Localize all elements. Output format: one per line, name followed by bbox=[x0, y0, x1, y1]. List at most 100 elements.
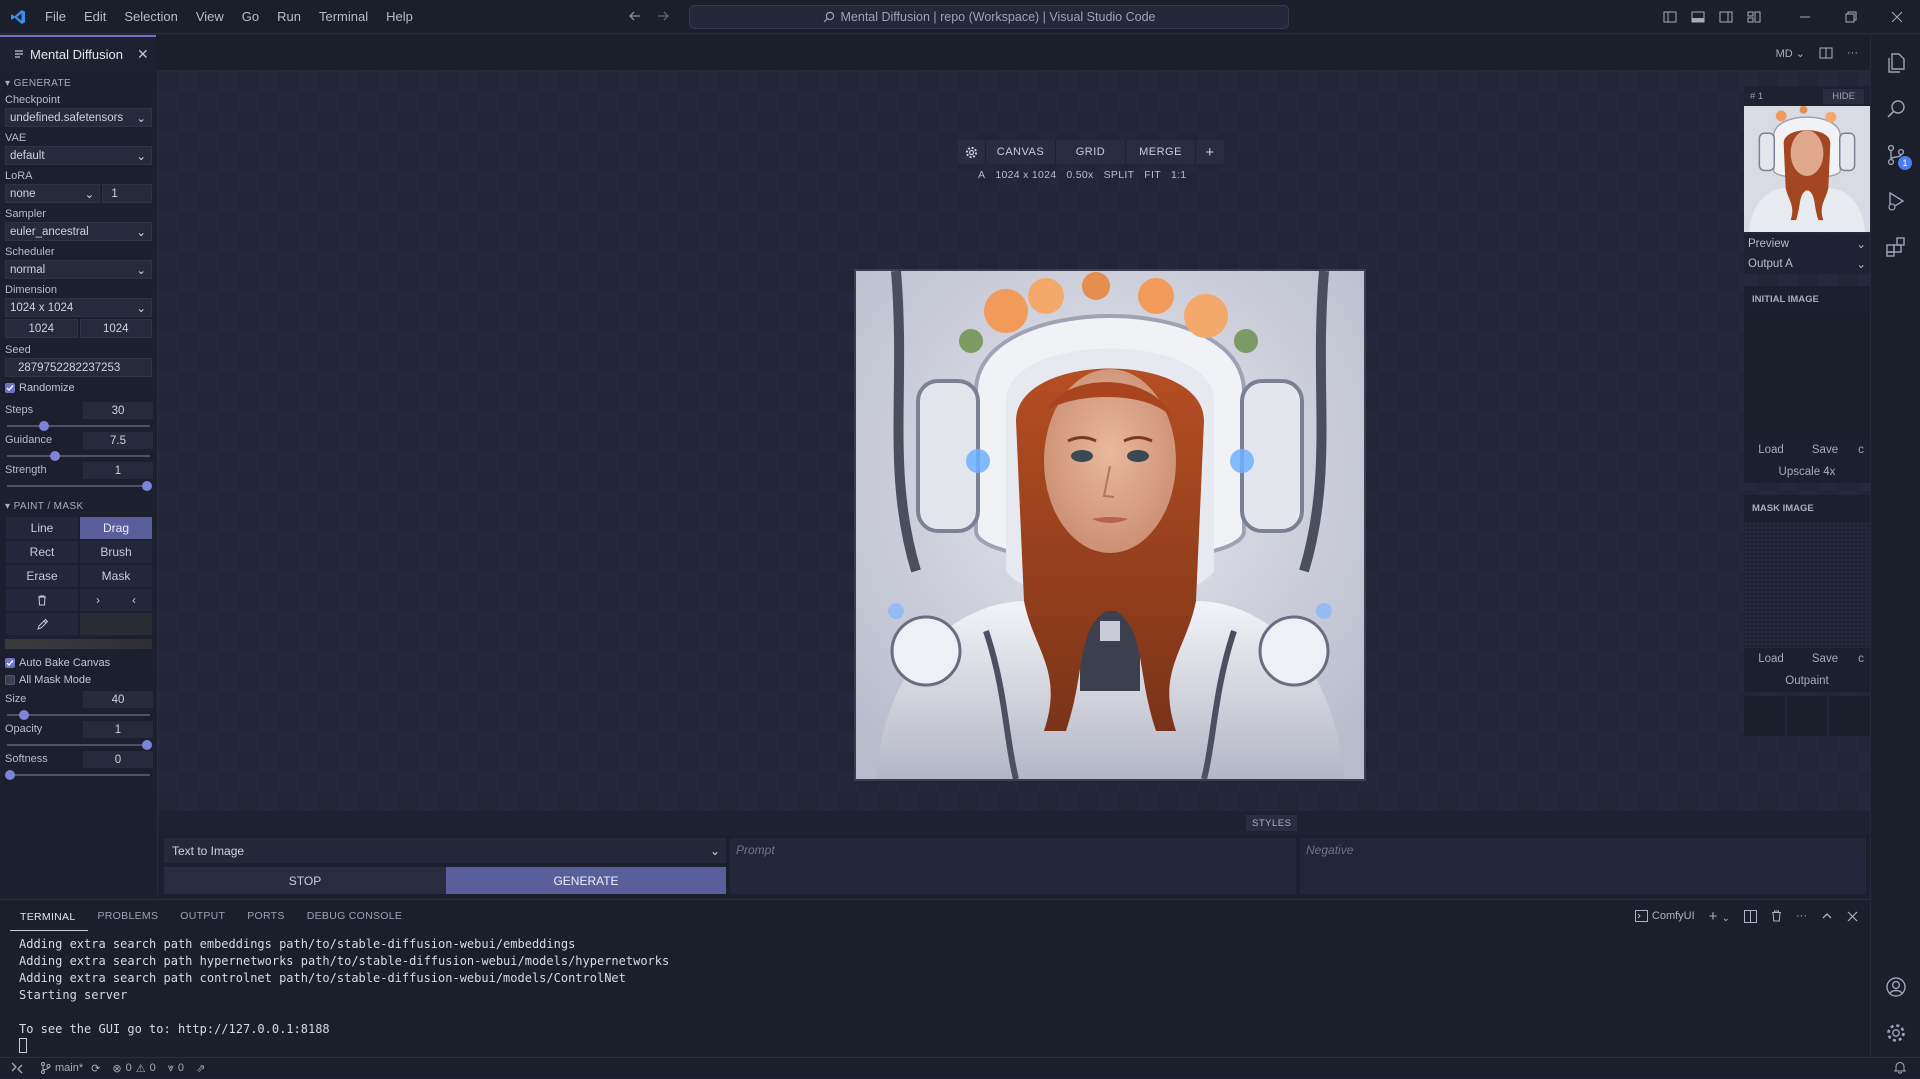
initial-save-button[interactable]: Save bbox=[1798, 439, 1852, 461]
ports-status[interactable]: ⩔ 0 bbox=[162, 1062, 190, 1075]
opacity-value[interactable]: 1 bbox=[83, 721, 153, 738]
remote-indicator-icon[interactable] bbox=[0, 1058, 34, 1079]
steps-slider[interactable]: Steps 30 bbox=[5, 402, 153, 432]
grid-button[interactable]: GRID bbox=[1056, 140, 1126, 164]
tool-brush-button[interactable]: Brush bbox=[79, 540, 153, 564]
terminal-instance[interactable]: ComfyUI bbox=[1634, 910, 1695, 922]
kill-terminal-trash-icon[interactable] bbox=[1771, 910, 1782, 922]
canvas-slot-label[interactable]: A bbox=[978, 169, 985, 181]
outpaint-button[interactable]: Outpaint bbox=[1744, 670, 1870, 692]
generate-section-header[interactable]: ▾ GENERATE bbox=[5, 75, 152, 93]
tool-erase-button[interactable]: Erase bbox=[5, 564, 79, 588]
tab-ports[interactable]: PORTS bbox=[237, 900, 296, 932]
menu-file[interactable]: File bbox=[36, 0, 75, 34]
mask-image-box[interactable] bbox=[1744, 522, 1870, 648]
checkpoint-select[interactable]: undefined.safetensors ⌄ bbox=[5, 108, 152, 127]
manage-gear-icon[interactable] bbox=[1871, 1011, 1920, 1055]
tool-rect-button[interactable]: Rect bbox=[5, 540, 79, 564]
menu-go[interactable]: Go bbox=[233, 0, 268, 34]
tool-mask-button[interactable]: Mask bbox=[79, 564, 153, 588]
more-actions-icon[interactable]: ··· bbox=[1796, 910, 1807, 922]
close-panel-icon[interactable] bbox=[1847, 911, 1858, 922]
tab-problems[interactable]: PROBLEMS bbox=[88, 900, 171, 932]
softness-value[interactable]: 0 bbox=[83, 751, 153, 768]
initial-load-button[interactable]: Load bbox=[1744, 439, 1798, 461]
trash-icon[interactable] bbox=[5, 588, 79, 612]
randomize-checkbox[interactable]: Randomize bbox=[5, 379, 152, 396]
merge-button[interactable]: MERGE bbox=[1126, 140, 1196, 164]
menu-view[interactable]: View bbox=[187, 0, 233, 34]
hide-button[interactable]: HIDE bbox=[1823, 88, 1864, 104]
seed-input[interactable]: 2879752282237253 bbox=[5, 358, 152, 377]
add-icon[interactable]: + bbox=[1196, 140, 1224, 164]
guidance-value[interactable]: 7.5 bbox=[83, 432, 153, 449]
size-value[interactable]: 40 bbox=[83, 691, 153, 708]
tool-line-button[interactable]: Line bbox=[5, 516, 79, 540]
menu-selection[interactable]: Selection bbox=[115, 0, 186, 34]
eyedropper-icon[interactable] bbox=[5, 612, 79, 636]
preview-select[interactable]: Preview ⌄ bbox=[1744, 234, 1870, 254]
problems-status[interactable]: ⊗ 0 ⚠ 0 bbox=[106, 1062, 161, 1075]
tab-output[interactable]: OUTPUT bbox=[170, 900, 237, 932]
canvas-button[interactable]: CANVAS bbox=[986, 140, 1056, 164]
output-thumbnail[interactable] bbox=[1744, 106, 1870, 232]
branch-status[interactable]: main* ⟳ bbox=[34, 1062, 106, 1075]
search-activity-icon[interactable] bbox=[1871, 87, 1920, 131]
live-share-icon[interactable]: ⇗ bbox=[190, 1062, 211, 1075]
back-arrow-icon[interactable] bbox=[628, 8, 642, 24]
strength-slider[interactable]: Strength 1 bbox=[5, 462, 153, 492]
width-input[interactable]: 1024 bbox=[5, 319, 78, 338]
tab-debug-console[interactable]: DEBUG CONSOLE bbox=[297, 900, 415, 932]
mask-load-button[interactable]: Load bbox=[1744, 648, 1798, 670]
guidance-slider[interactable]: Guidance 7.5 bbox=[5, 432, 153, 462]
split-terminal-icon[interactable] bbox=[1744, 909, 1757, 923]
restore-icon[interactable] bbox=[1828, 0, 1874, 34]
customize-layout-icon[interactable] bbox=[1740, 10, 1768, 24]
toggle-secondary-sidebar-icon[interactable] bbox=[1712, 10, 1740, 24]
paint-section-header[interactable]: ▾ PAINT / MASK bbox=[5, 498, 152, 516]
lora-weight-input[interactable]: 1 bbox=[102, 184, 152, 203]
accounts-icon[interactable] bbox=[1871, 965, 1920, 1009]
canvas-area[interactable]: CANVAS GRID MERGE + A 1024 x 1024 0.50x … bbox=[158, 71, 1870, 811]
split-editor-icon[interactable] bbox=[1819, 46, 1833, 60]
auto-bake-checkbox[interactable]: Auto Bake Canvas bbox=[5, 654, 152, 671]
outpaint-cell[interactable] bbox=[1829, 696, 1871, 736]
stop-button[interactable]: STOP bbox=[164, 867, 446, 894]
slider-handle[interactable] bbox=[50, 451, 60, 461]
negative-prompt-input[interactable]: Negative bbox=[1300, 838, 1866, 894]
color-strip[interactable] bbox=[5, 639, 152, 649]
height-input[interactable]: 1024 bbox=[79, 319, 152, 338]
tool-drag-button[interactable]: Drag bbox=[79, 516, 153, 540]
steps-value[interactable]: 30 bbox=[83, 402, 153, 419]
terminal-output[interactable]: Adding extra search path embeddings path… bbox=[19, 936, 669, 1038]
generated-image[interactable] bbox=[854, 269, 1366, 781]
menu-help[interactable]: Help bbox=[377, 0, 422, 34]
output-select[interactable]: Output A ⌄ bbox=[1744, 254, 1870, 274]
tab-terminal[interactable]: TERMINAL bbox=[10, 901, 88, 931]
outpaint-cell[interactable] bbox=[1744, 696, 1785, 736]
color-swatch[interactable] bbox=[79, 612, 153, 636]
close-window-icon[interactable] bbox=[1874, 0, 1920, 34]
prompt-input[interactable]: Prompt bbox=[730, 838, 1296, 894]
menu-terminal[interactable]: Terminal bbox=[310, 0, 377, 34]
lora-select[interactable]: none ⌄ bbox=[5, 184, 101, 203]
settings-gear-icon[interactable] bbox=[958, 140, 986, 164]
maximize-panel-icon[interactable] bbox=[1821, 910, 1833, 922]
command-center[interactable]: Mental Diffusion | repo (Workspace) | Vi… bbox=[689, 5, 1289, 29]
redo-chevron-icon[interactable]: › bbox=[80, 593, 116, 607]
vae-select[interactable]: default ⌄ bbox=[5, 146, 152, 165]
close-tab-icon[interactable]: ✕ bbox=[137, 46, 149, 63]
split-button[interactable]: SPLIT bbox=[1104, 169, 1135, 181]
forward-arrow-icon[interactable] bbox=[656, 8, 670, 24]
scheduler-select[interactable]: normal ⌄ bbox=[5, 260, 152, 279]
tab-mental-diffusion[interactable]: Mental Diffusion ✕ bbox=[0, 35, 156, 71]
opacity-slider[interactable]: Opacity 1 bbox=[5, 721, 153, 751]
undo-chevron-icon[interactable]: ‹ bbox=[116, 593, 152, 607]
sampler-select[interactable]: euler_ancestral ⌄ bbox=[5, 222, 152, 241]
softness-slider[interactable]: Softness 0 bbox=[5, 751, 153, 781]
initial-clear-button[interactable]: c bbox=[1852, 439, 1870, 461]
strength-value[interactable]: 1 bbox=[83, 462, 153, 479]
dimension-select[interactable]: 1024 x 1024 ⌄ bbox=[5, 298, 152, 317]
toggle-primary-sidebar-icon[interactable] bbox=[1656, 10, 1684, 24]
one-to-one-button[interactable]: 1:1 bbox=[1171, 169, 1187, 181]
